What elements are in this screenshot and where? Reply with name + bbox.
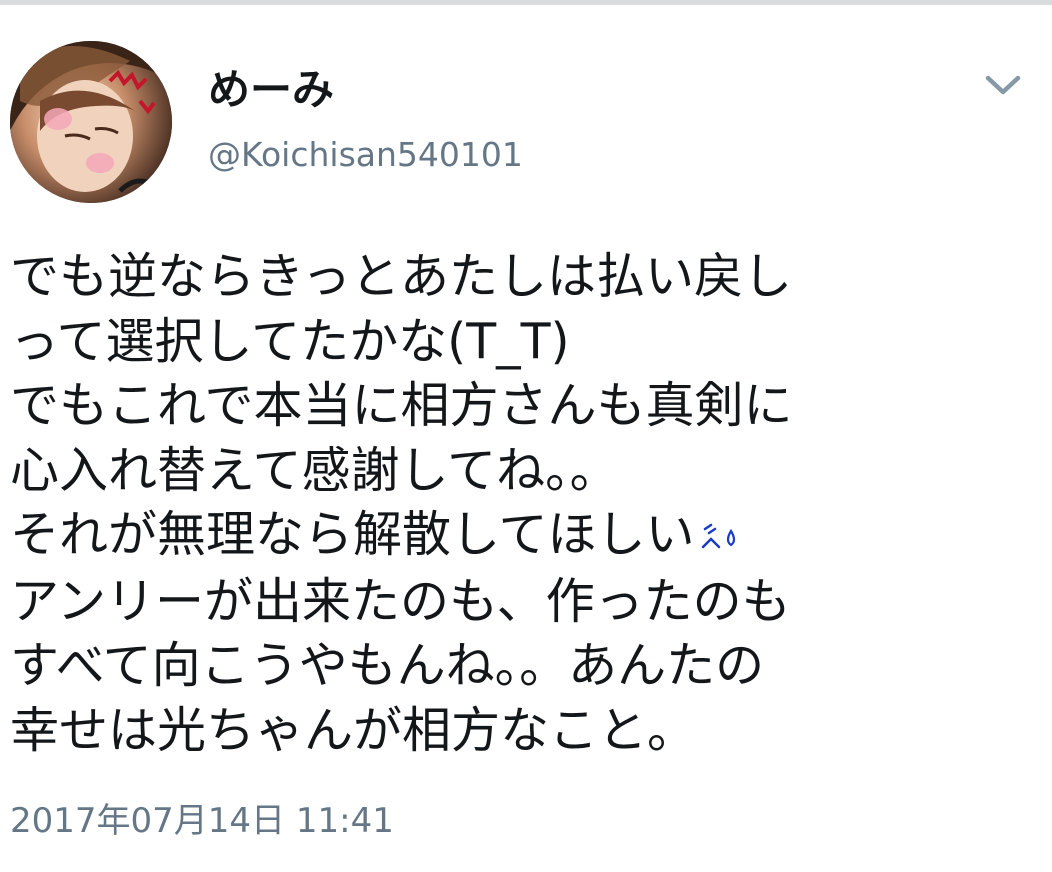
tweet-body-line: アンリーが出来たのも、作ったのも (10, 572, 791, 630)
tweet-timestamp[interactable]: 2017年07月14日 11:41 (10, 801, 394, 842)
tweet-body-line: 心入れ替えて感謝してね。。 (10, 441, 619, 499)
tweet-body-line: って選択してたかな(T_T) (10, 312, 570, 370)
avatar-image (10, 41, 172, 203)
tweet-body: でも逆ならきっとあたしは払い戻し って選択してたかな(T_T) でもこれで本当に… (10, 245, 1040, 763)
avatar[interactable] (10, 41, 172, 203)
user-handle[interactable]: @Koichisan540101 (208, 135, 523, 175)
tweet-body-line: でも逆ならきっとあたしは払い戻し (10, 248, 793, 305)
tweet-body-line: でもこれで本当に相方さんも真剣に (10, 377, 793, 434)
sweat-emoji-icon (699, 505, 741, 570)
tweet-body-line: 幸せは光ちゃんが相方なこと。 (10, 701, 697, 759)
tweet-body-line: すべて向こうやもんね。。あんたの (10, 637, 765, 695)
tweet-body-line: それが無理なら解散してほしい (10, 506, 695, 563)
display-name[interactable]: めーみ (208, 66, 334, 113)
chevron-down-icon (985, 75, 1021, 95)
tweet-menu-button[interactable] (978, 63, 1028, 107)
tweet-card: めーみ @Koichisan540101 でも逆ならきっとあたしは払い戻し って… (0, 5, 1052, 872)
tweet-body-line-with-emoji: それが無理なら解散してほしい (10, 503, 1040, 570)
